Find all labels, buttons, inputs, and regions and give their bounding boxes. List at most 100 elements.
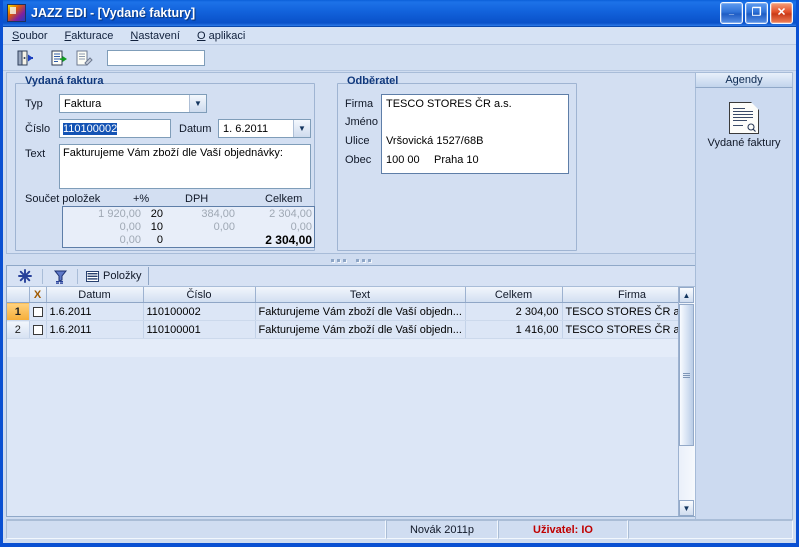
cell-celkem: 2 304,00 (465, 302, 563, 321)
totals-base-2: 0,00 (119, 234, 141, 246)
col-header-datum[interactable]: Datum (46, 287, 144, 303)
main-toolbar (3, 45, 796, 71)
status-bar: Novák 2011p Uživatel: IO (6, 519, 793, 539)
vertical-scrollbar[interactable]: ▲ ▼ (678, 287, 695, 516)
cell-firma: TESCO STORES ČR a.s. (562, 320, 679, 339)
grid-rows-icon (86, 270, 99, 282)
menu-item-soubor[interactable]: Soubor (11, 29, 56, 43)
close-button[interactable]: ✕ (770, 2, 793, 24)
sidebar-body: Vydané faktury (695, 88, 793, 523)
totals-total-1: 0,00 (290, 221, 312, 233)
grid-scroll-area: X Datum Číslo Text Celkem Firma 1 1.6.20… (7, 287, 679, 516)
new-record-star-icon[interactable] (12, 267, 38, 285)
edit-document-icon[interactable] (73, 47, 96, 69)
totals-col-rate: +% (133, 193, 150, 205)
document-report-icon (729, 102, 759, 134)
col-header-celkem[interactable]: Celkem (465, 287, 563, 303)
grid-toolbar: Položky (7, 266, 695, 287)
exit-icon[interactable] (14, 47, 37, 69)
totals-base-0: 1 920,00 (98, 208, 141, 220)
datum-select[interactable]: 1. 6.2011 ▼ (218, 119, 311, 138)
obec-psc: 100 00 (386, 154, 420, 166)
col-header-check[interactable]: X (29, 287, 47, 303)
menu-item-o-aplikaci-label: aplikaci (205, 29, 246, 42)
cislo-input-value: 110100002 (63, 123, 118, 135)
window-title: JAZZ EDI - [Vydané faktury] (31, 6, 196, 20)
chevron-down-icon[interactable]: ▼ (293, 120, 310, 137)
minimize-button[interactable]: _ (720, 2, 743, 24)
app-logo-icon (7, 4, 26, 22)
col-header-corner[interactable] (7, 287, 30, 303)
totals-rate-2: 0 (156, 234, 163, 246)
totals-total-2: 2 304,00 (265, 233, 312, 247)
chevron-down-icon[interactable]: ▼ (189, 95, 206, 112)
text-textarea-value: Fakturujeme Vám zboží dle Vaší objednávk… (63, 147, 283, 159)
cell-datum: 1.6.2011 (46, 320, 144, 339)
totals-title: Součet položek (25, 193, 101, 205)
text-textarea[interactable]: Fakturujeme Vám zboží dle Vaší objednávk… (59, 144, 311, 189)
cell-cislo: 110100001 (143, 320, 256, 339)
status-user: Uživatel: IO (498, 520, 628, 539)
firma-value: TESCO STORES ČR a.s. (386, 98, 512, 110)
row-checkbox[interactable] (29, 320, 47, 339)
col-header-cislo[interactable]: Číslo (143, 287, 256, 303)
totals-table: 1 920,00 20 384,00 2 304,00 0,00 10 0,00… (62, 206, 315, 248)
table-row[interactable]: 1 1.6.2011 110100002 Fakturujeme Vám zbo… (7, 302, 679, 321)
application-window: JAZZ EDI - [Vydané faktury] _ ❐ ✕ Soubor… (0, 0, 799, 547)
splitter-grip-dot (331, 259, 334, 262)
ulice-value: Vršovická 1527/68B (386, 135, 484, 147)
typ-select[interactable]: Faktura ▼ (59, 94, 207, 113)
row-number: 1 (7, 302, 30, 321)
row-number: 2 (7, 320, 30, 339)
menu-item-fakturace[interactable]: Fakturace (63, 29, 122, 43)
sidebar-item-vydane-faktury[interactable]: Vydané faktury (696, 102, 792, 149)
cell-celkem: 1 416,00 (465, 320, 563, 339)
table-header-row: X Datum Číslo Text Celkem Firma (7, 287, 679, 303)
new-document-icon[interactable] (48, 47, 71, 69)
tab-polozky[interactable]: Položky (82, 267, 149, 285)
sidebar-item-label: Vydané faktury (707, 137, 781, 149)
datum-select-value: 1. 6.2011 (223, 122, 269, 135)
invoice-group-legend: Vydaná faktura (25, 75, 104, 87)
obec-label: Obec (345, 154, 372, 166)
cislo-input[interactable]: 110100002 (59, 119, 171, 138)
sidebar-header: Agendy (695, 72, 793, 88)
scroll-up-arrow-icon[interactable]: ▲ (679, 287, 694, 303)
text-label: Text (25, 148, 46, 160)
totals-col-dph: DPH (185, 193, 209, 205)
title-bar: JAZZ EDI - [Vydané faktury] _ ❐ ✕ (3, 0, 796, 27)
menu-item-o-aplikaci[interactable]: O aplikaci (196, 29, 254, 43)
maximize-icon: ❐ (751, 6, 762, 19)
scrollbar-thumb[interactable] (679, 304, 694, 446)
close-icon: ✕ (776, 6, 787, 19)
body-area: Vydaná faktura Typ Faktura ▼ Číslo 11010… (6, 72, 793, 523)
menu-item-fakturace-label: akturace (71, 29, 114, 42)
search-input[interactable] (107, 49, 205, 66)
status-left (6, 520, 386, 539)
invoice-table: X Datum Číslo Text Celkem Firma 1 1.6.20… (7, 287, 679, 339)
grid-wrapper: X Datum Číslo Text Celkem Firma 1 1.6.20… (7, 287, 695, 516)
row-checkbox[interactable] (29, 302, 47, 321)
cell-cislo: 110100002 (143, 302, 256, 321)
splitter-grip-dot (362, 259, 365, 262)
totals-total-0: 2 304,00 (269, 208, 312, 220)
maximize-button[interactable]: ❐ (745, 2, 768, 24)
filter-funnel-icon[interactable] (47, 267, 73, 285)
invoice-form-panel: Vydaná faktura Typ Faktura ▼ Číslo 11010… (6, 72, 696, 254)
horizontal-splitter[interactable] (6, 256, 696, 265)
table-row[interactable]: 2 1.6.2011 110100001 Fakturujeme Vám zbo… (7, 320, 679, 339)
customer-group-legend: Odběratel (347, 75, 399, 87)
invoice-group: Vydaná faktura Typ Faktura ▼ Číslo 11010… (15, 75, 315, 251)
scroll-down-arrow-icon[interactable]: ▼ (679, 500, 694, 516)
customer-address-box[interactable]: TESCO STORES ČR a.s. Vršovická 1527/68B … (381, 94, 569, 174)
menu-item-nastaveni[interactable]: Nastavení (129, 29, 189, 43)
typ-select-value: Faktura (64, 97, 102, 110)
customer-group: Odběratel Firma Jméno Ulice Obec TESCO S… (337, 75, 577, 251)
jmeno-label: Jméno (345, 116, 379, 128)
checkbox-icon (32, 324, 43, 335)
agendy-sidebar: Agendy Vydané faktury (695, 72, 793, 523)
col-header-firma[interactable]: Firma (562, 287, 679, 303)
col-header-text[interactable]: Text (255, 287, 466, 303)
splitter-grip-dot (337, 259, 340, 262)
typ-label: Typ (25, 98, 43, 110)
